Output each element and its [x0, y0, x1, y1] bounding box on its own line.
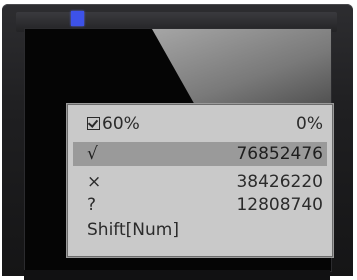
readout-row[interactable]: × 38426220 — [73, 170, 327, 194]
status-led-indicator — [71, 11, 84, 26]
readout-row-selected[interactable]: √ 76852476 — [73, 142, 327, 166]
calculator-readout-panel: 60% 0% √ 76852476 × 38426220 ? 12808740 … — [66, 103, 334, 258]
checkbox-percent-value: 60% — [102, 114, 140, 134]
row-symbol: √ — [87, 144, 98, 164]
row-value: 38426220 — [236, 172, 323, 192]
row-value: 76852476 — [236, 144, 323, 164]
row-symbol: × — [87, 172, 102, 192]
row-value: 12808740 — [236, 195, 323, 215]
checkbox-percent-label: 60% — [73, 114, 140, 134]
device-bottom-bezel — [24, 270, 330, 280]
row-symbol: ? — [87, 195, 97, 215]
status-row: 60% 0% — [73, 112, 327, 136]
readout-row[interactable]: ? 12808740 — [73, 193, 327, 217]
checkbox-icon — [87, 117, 100, 130]
right-percent-value: 0% — [296, 114, 323, 134]
shift-num-label: Shift[Num] — [87, 220, 179, 240]
footer-row: Shift[Num] — [73, 218, 327, 242]
